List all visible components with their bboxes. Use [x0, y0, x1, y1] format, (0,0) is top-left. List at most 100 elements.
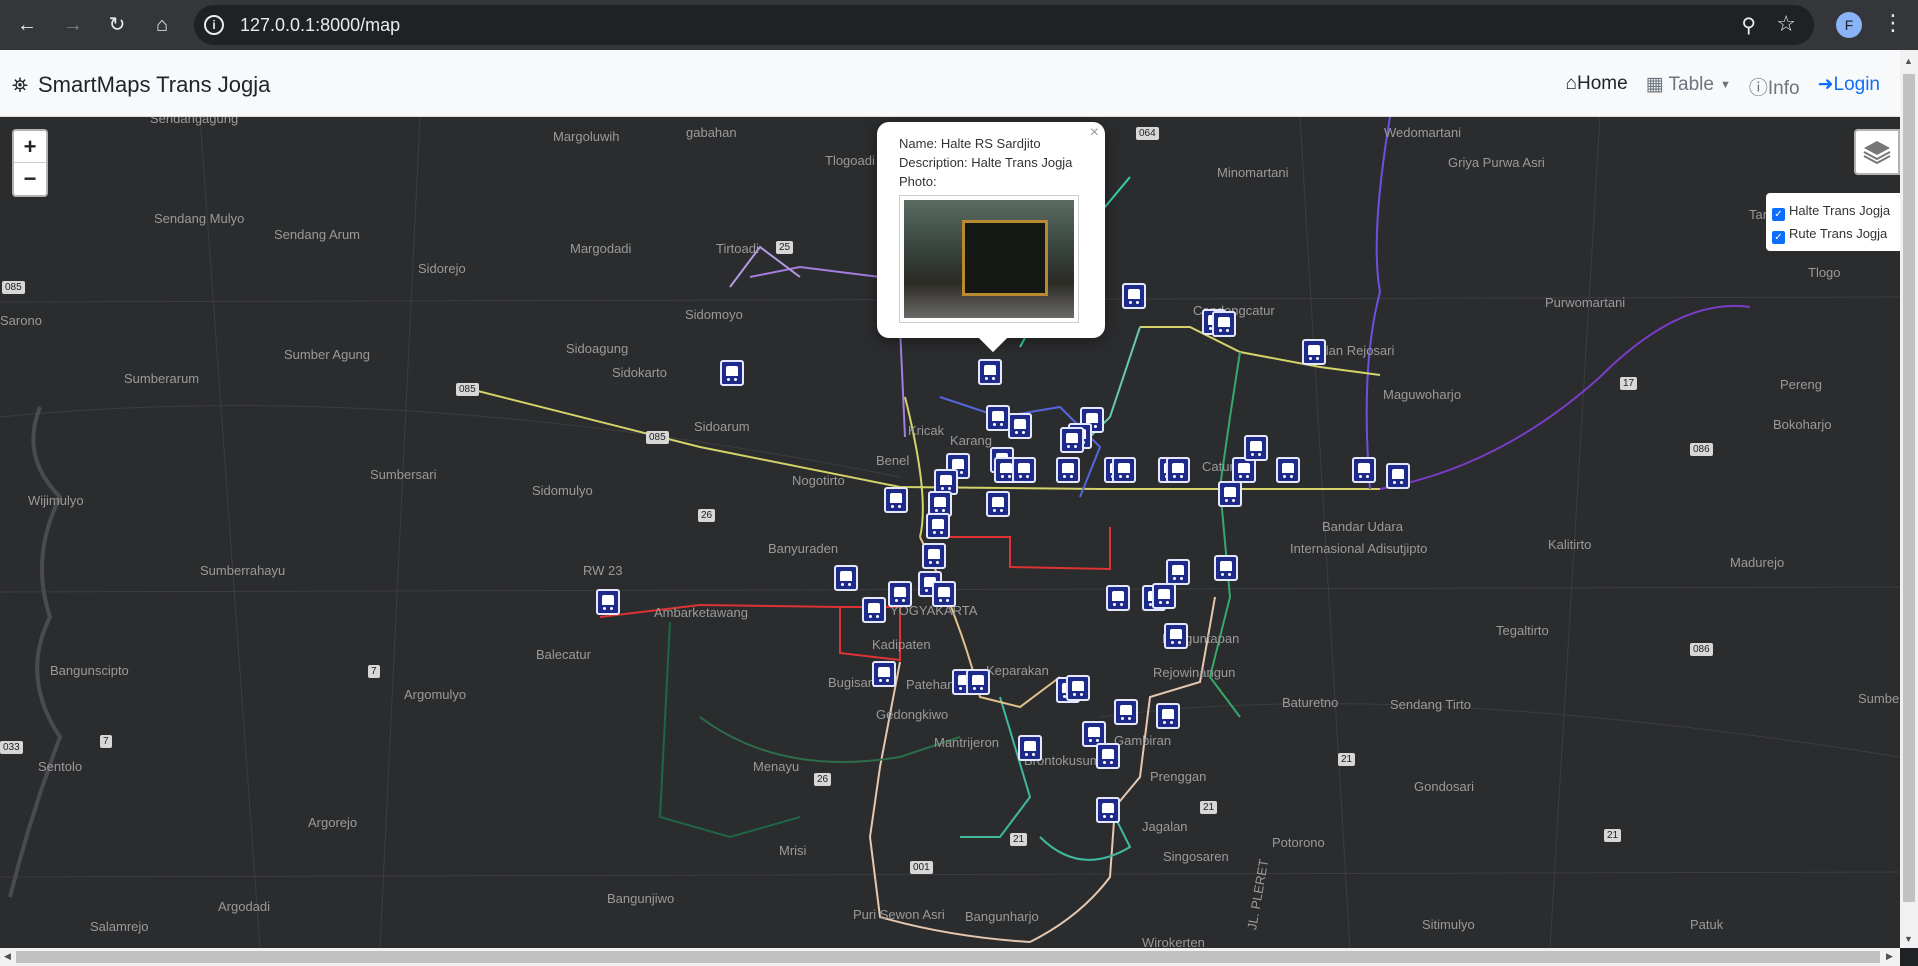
bus-stop-marker[interactable]: [1096, 743, 1120, 769]
road-shield: 17: [1620, 377, 1638, 390]
reload-icon[interactable]: ↻: [102, 10, 132, 40]
caret-down-icon: ▼: [1719, 78, 1731, 91]
bus-stop-marker[interactable]: [1152, 583, 1176, 609]
bus-stop-marker[interactable]: [922, 543, 946, 569]
place-label: Nogotirto: [792, 473, 845, 488]
road-shield: 25: [776, 241, 794, 254]
bus-stop-marker[interactable]: [966, 669, 990, 695]
road-shield: 21: [1010, 833, 1028, 846]
bus-stop-marker[interactable]: [1156, 703, 1180, 729]
layers-icon: [1863, 141, 1891, 165]
bus-stop-marker[interactable]: [1066, 675, 1090, 701]
place-label: Prenggan: [1150, 769, 1207, 784]
scroll-up-icon[interactable]: ▲: [1904, 56, 1913, 66]
zoom-in-button[interactable]: +: [14, 131, 46, 163]
nav-login[interactable]: ➜Login: [1818, 73, 1880, 100]
zoom-icon[interactable]: ⚲: [1741, 13, 1756, 38]
bus-stop-marker[interactable]: [1244, 435, 1268, 461]
bus-stop-marker[interactable]: [872, 661, 896, 687]
bus-stop-marker[interactable]: [1218, 481, 1242, 507]
place-label: Kadipaten: [872, 637, 931, 652]
vertical-scrollbar[interactable]: ▲ ▼: [1900, 50, 1918, 948]
bus-stop-marker[interactable]: [926, 513, 950, 539]
bus-stop-marker[interactable]: [862, 597, 886, 623]
bus-stop-marker[interactable]: [1056, 457, 1080, 483]
bus-stop-marker[interactable]: [1166, 559, 1190, 585]
place-label: Sumberarum: [124, 371, 200, 386]
bus-stop-marker[interactable]: [932, 581, 956, 607]
map-canvas[interactable]: Sendangagung Margoluwih gabahan Tlogoadi…: [0, 117, 1900, 948]
zoom-out-button[interactable]: −: [14, 163, 46, 195]
bus-stop-marker[interactable]: [720, 360, 744, 386]
place-label: Bangunscipto: [50, 663, 129, 678]
place-label: Menayu: [753, 759, 800, 774]
scroll-left-icon[interactable]: ◀: [4, 951, 11, 962]
bus-stop-marker[interactable]: [1166, 457, 1190, 483]
bus-stop-marker[interactable]: [1214, 555, 1238, 581]
bus-stop-marker[interactable]: [1096, 797, 1120, 823]
popup-close-button[interactable]: ×: [1090, 124, 1099, 142]
road-shield: 7: [100, 735, 112, 748]
vertical-scroll-thumb[interactable]: [1903, 74, 1915, 902]
nav-home[interactable]: ⌂Home: [1565, 73, 1627, 100]
place-label: Gondosari: [1414, 779, 1474, 794]
bus-stop-marker[interactable]: [1012, 457, 1036, 483]
horizontal-scroll-thumb[interactable]: [16, 951, 1880, 963]
popup-name: Name: Halte RS Sardjito: [899, 136, 1041, 151]
browser-menu-icon[interactable]: ⋮: [1882, 10, 1904, 36]
bus-stop-marker[interactable]: [596, 589, 620, 615]
app-navbar: ⛯ SmartMaps Trans Jogja ⌂Home ▦ Table ▼ ⓘI…: [0, 50, 1900, 117]
checkbox-checked-icon[interactable]: ✓: [1772, 231, 1785, 244]
bus-stop-marker[interactable]: [1060, 427, 1084, 453]
brand-title: SmartMaps Trans Jogja: [38, 72, 271, 97]
bus-stop-marker[interactable]: [1114, 699, 1138, 725]
bus-stop-marker[interactable]: [1122, 283, 1146, 309]
place-label: Griya Purwa Asri: [1448, 155, 1545, 170]
back-icon[interactable]: ←: [12, 10, 42, 40]
site-info-icon[interactable]: i: [204, 15, 224, 35]
layer-rute-toggle[interactable]: ✓ Rute Trans Jogja: [1772, 222, 1894, 245]
bus-stop-marker[interactable]: [1008, 413, 1032, 439]
nav-table-dropdown[interactable]: ▦ Table ▼: [1646, 73, 1731, 100]
brand[interactable]: ⛯ SmartMaps Trans Jogja: [12, 72, 270, 98]
bookmark-star-icon[interactable]: ☆: [1776, 11, 1796, 37]
horizontal-scrollbar[interactable]: ◀ ▶: [0, 948, 1900, 966]
bus-stop-marker[interactable]: [888, 581, 912, 607]
place-label: Argomulyo: [404, 687, 467, 702]
bus-stop-marker[interactable]: [978, 359, 1002, 385]
scroll-down-icon[interactable]: ▼: [1904, 934, 1913, 944]
place-label: Ambarketawang: [654, 605, 748, 620]
bus-stop-marker[interactable]: [1276, 457, 1300, 483]
road-shield: 001: [910, 861, 933, 874]
nav-info[interactable]: ⓘInfo: [1749, 73, 1800, 100]
place-label: Purwomartani: [1545, 295, 1626, 310]
bus-stop-marker[interactable]: [834, 565, 858, 591]
bus-stop-marker[interactable]: [1352, 457, 1376, 483]
bus-stop-marker[interactable]: [1106, 585, 1130, 611]
url-text[interactable]: 127.0.0.1:8000/map: [240, 15, 400, 36]
scroll-right-icon[interactable]: ▶: [1886, 951, 1893, 962]
layer-halte-toggle[interactable]: ✓ Halte Trans Jogja: [1772, 199, 1894, 222]
bus-stop-marker[interactable]: [1018, 735, 1042, 761]
profile-avatar[interactable]: F: [1836, 12, 1862, 38]
checkbox-checked-icon[interactable]: ✓: [1772, 208, 1785, 221]
layers-toggle-button[interactable]: [1854, 129, 1900, 175]
bus-stop-marker[interactable]: [986, 491, 1010, 517]
bus-stop-marker[interactable]: [1112, 457, 1136, 483]
road-shield: 064: [1136, 127, 1159, 140]
bus-stop-marker[interactable]: [986, 405, 1010, 431]
address-bar[interactable]: i 127.0.0.1:8000/map ⚲ ☆: [194, 5, 1814, 45]
place-label: Catur: [1202, 459, 1234, 474]
bus-stop-marker[interactable]: [884, 487, 908, 513]
forward-icon[interactable]: →: [58, 10, 88, 40]
bus-stop-marker[interactable]: [1164, 623, 1188, 649]
place-label: Salamrejo: [90, 919, 149, 934]
place-label: Kricak: [908, 423, 945, 438]
home-icon[interactable]: ⌂: [147, 10, 177, 40]
bus-stop-marker[interactable]: [1386, 463, 1410, 489]
place-label: Pereng: [1780, 377, 1822, 392]
bus-stop-marker[interactable]: [1302, 339, 1326, 365]
place-label: RW 23: [583, 563, 623, 578]
road-shield: 21: [1338, 753, 1356, 766]
bus-stop-marker[interactable]: [1212, 311, 1236, 337]
